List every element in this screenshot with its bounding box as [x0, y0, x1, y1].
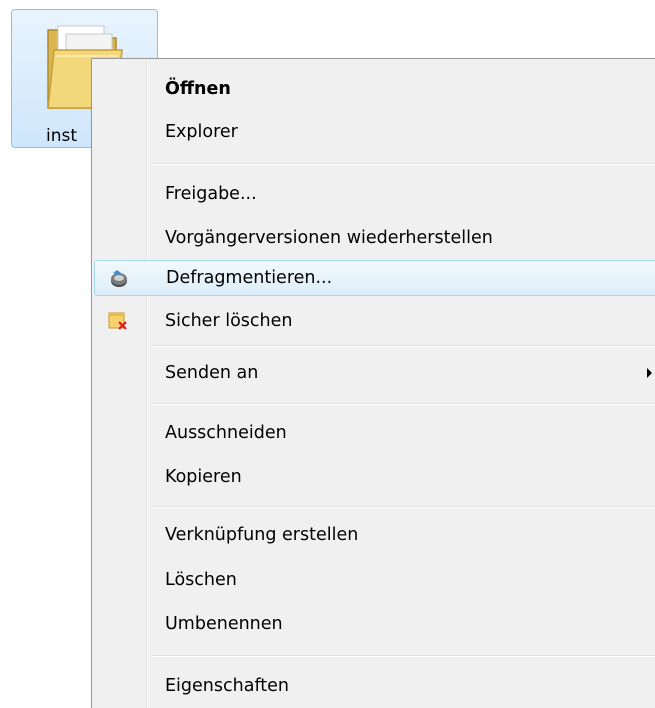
menu-item-create-shortcut[interactable]: Verknüpfung erstellen — [94, 517, 655, 553]
menu-item-secure-delete[interactable]: Sicher löschen — [94, 303, 655, 339]
menu-separator — [152, 655, 655, 657]
menu-item-label: Explorer — [165, 122, 238, 142]
menu-separator — [152, 345, 655, 347]
menu-item-send-to[interactable]: Senden an — [94, 355, 655, 391]
secure-delete-icon — [108, 312, 127, 330]
menu-item-label: Umbenennen — [165, 614, 283, 634]
menu-item-properties[interactable]: Eigenschaften — [94, 668, 655, 704]
menu-item-restore-previous-versions[interactable]: Vorgängerversionen wiederherstellen — [94, 220, 655, 256]
menu-item-label: Öffnen — [165, 79, 231, 99]
menu-item-delete[interactable]: Löschen — [94, 562, 655, 598]
folder-label: inst — [46, 126, 78, 146]
context-menu: Öffnen Explorer Freigabe... Vorgängerver… — [91, 58, 655, 708]
menu-item-share[interactable]: Freigabe... — [94, 176, 655, 212]
menu-separator — [152, 506, 655, 508]
menu-item-label: Eigenschaften — [165, 676, 290, 696]
menu-item-label: Defragmentieren... — [166, 268, 333, 288]
menu-item-copy[interactable]: Kopieren — [94, 459, 655, 495]
menu-item-label: Kopieren — [165, 467, 242, 487]
menu-item-rename[interactable]: Umbenennen — [94, 606, 655, 642]
menu-item-explorer[interactable]: Explorer — [94, 114, 655, 150]
menu-item-label: Verknüpfung erstellen — [165, 525, 359, 545]
menu-item-label: Löschen — [165, 570, 237, 590]
submenu-arrow-icon — [647, 368, 652, 378]
menu-separator — [152, 163, 655, 165]
menu-separator — [152, 403, 655, 405]
menu-item-label: Ausschneiden — [165, 423, 287, 443]
menu-item-label: Sicher löschen — [165, 311, 293, 331]
menu-item-label: Freigabe... — [165, 184, 257, 204]
menu-item-cut[interactable]: Ausschneiden — [94, 415, 655, 451]
menu-item-defragment[interactable]: Defragmentieren... — [94, 260, 655, 296]
defragment-icon — [111, 270, 127, 287]
menu-item-label: Vorgängerversionen wiederherstellen — [165, 228, 493, 248]
menu-item-label: Senden an — [165, 363, 259, 383]
menu-item-open[interactable]: Öffnen — [94, 71, 655, 107]
